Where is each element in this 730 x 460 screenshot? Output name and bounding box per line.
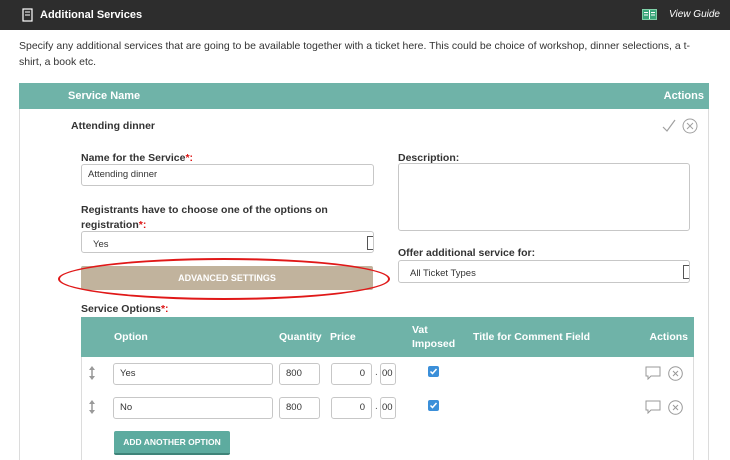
top-bar: Additional Services View Guide — [0, 0, 730, 30]
offer-for-label: Offer additional service for: — [398, 247, 536, 259]
checkbox-check-icon — [429, 368, 438, 375]
col-actions: Actions — [663, 90, 704, 102]
remove-circle-icon[interactable] — [668, 366, 683, 381]
vat-imposed-checkbox[interactable] — [428, 400, 439, 411]
close-circle-icon[interactable] — [682, 118, 698, 134]
service-name-input[interactable]: Attending dinner — [81, 164, 374, 186]
advanced-settings-button[interactable]: ADVANCED SETTINGS — [81, 266, 373, 290]
price-cents-input[interactable]: 00 — [380, 363, 396, 385]
service-name-label-text: Name for the Service — [81, 152, 186, 164]
price-cents-value: 00 — [382, 368, 393, 379]
price-decimal-dot: . — [375, 367, 378, 378]
dropdown-caret-icon — [367, 236, 373, 250]
description-textarea[interactable] — [398, 163, 690, 231]
drag-handle-icon[interactable] — [88, 400, 96, 414]
quantity-value: 800 — [286, 368, 302, 379]
checkbox-check-icon — [429, 402, 438, 409]
guide-book-icon[interactable] — [642, 9, 657, 20]
option-input[interactable]: No — [113, 397, 273, 419]
price-whole-input[interactable]: 0 — [331, 363, 372, 385]
quantity-input[interactable]: 800 — [279, 397, 320, 419]
service-options-label: Service Options*: — [81, 303, 169, 315]
choose-label-line1: Registrants have to choose one of the op… — [81, 204, 328, 216]
col-quantity: Quantity — [279, 331, 322, 343]
service-name-value: Attending dinner — [88, 169, 158, 180]
quantity-input[interactable]: 800 — [279, 363, 320, 385]
view-guide-link[interactable]: View Guide — [669, 9, 720, 20]
service-row-actions — [661, 118, 701, 134]
remove-circle-icon[interactable] — [668, 400, 683, 415]
price-cents-value: 00 — [382, 402, 393, 413]
choose-option-select[interactable]: Yes — [81, 231, 374, 253]
price-cents-input[interactable]: 00 — [380, 397, 396, 419]
quantity-value: 800 — [286, 402, 302, 413]
offer-for-select[interactable]: All Ticket Types — [398, 260, 690, 283]
choose-label-line2: registration — [81, 219, 139, 231]
price-decimal-dot: . — [375, 401, 378, 412]
required-marker: *: — [138, 219, 147, 231]
col-vat-line1: Vat — [412, 324, 428, 336]
drag-handle-icon[interactable] — [88, 366, 96, 380]
intro-text: Specify any additional services that are… — [19, 40, 691, 68]
comment-icon[interactable] — [645, 400, 661, 414]
service-name-label: Name for the Service*: — [81, 152, 193, 164]
option-input[interactable]: Yes — [113, 363, 273, 385]
add-another-option-button[interactable]: ADD ANOTHER OPTION — [114, 431, 230, 455]
service-options-label-text: Service Options — [81, 303, 161, 315]
col-option-actions: Actions — [649, 331, 688, 343]
price-whole-value: 0 — [359, 402, 365, 413]
choose-option-label: Registrants have to choose one of the op… — [81, 203, 381, 233]
choose-option-value: Yes — [93, 239, 109, 250]
services-table-header: Service Name Actions — [19, 83, 709, 109]
options-table-header: Option Quantity Price Vat Imposed Title … — [81, 317, 694, 357]
option-value: No — [120, 402, 133, 413]
option-value: Yes — [120, 368, 136, 379]
price-whole-value: 0 — [359, 368, 365, 379]
price-whole-input[interactable]: 0 — [331, 397, 372, 419]
col-price: Price — [330, 331, 356, 343]
required-marker: *: — [185, 152, 194, 164]
vat-imposed-checkbox[interactable] — [428, 366, 439, 377]
col-option: Option — [114, 331, 148, 343]
checkmark-icon[interactable] — [661, 118, 677, 134]
dropdown-caret-icon — [683, 265, 689, 279]
offer-for-value: All Ticket Types — [410, 268, 476, 279]
required-marker: *: — [160, 303, 169, 315]
page-title: Additional Services — [40, 9, 143, 21]
col-service-name: Service Name — [68, 90, 141, 102]
comment-icon[interactable] — [645, 366, 661, 380]
service-row-name[interactable]: Attending dinner — [71, 120, 155, 132]
book-icon — [22, 8, 33, 22]
col-comment-title: Title for Comment Field — [473, 331, 591, 343]
col-vat-line2: Imposed — [412, 338, 456, 350]
